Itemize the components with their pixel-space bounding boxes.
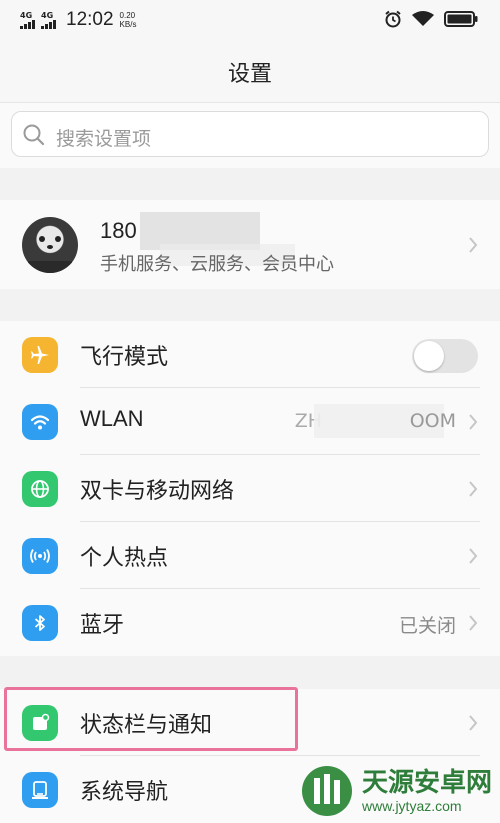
- account-name: 180: [100, 218, 137, 243]
- battery-icon: [444, 11, 478, 27]
- status-bar: 4G 4G 12:02 0.20 KB/s: [0, 0, 500, 38]
- chevron-right-icon: [469, 481, 478, 497]
- navigation-icon: [22, 772, 58, 808]
- network-speed: 0.20 KB/s: [119, 11, 137, 29]
- alarm-icon: [385, 10, 401, 28]
- search-placeholder: 搜索设置项: [56, 128, 152, 150]
- status-time: 12:02: [66, 9, 114, 30]
- settings-group-connectivity: 飞行模式 WLAN ZH OOM 双卡与移动网络 个人热点 蓝牙 已关闭: [0, 321, 500, 656]
- settings-item-dual-sim[interactable]: 双卡与移动网络: [0, 455, 500, 522]
- search-area: 搜索设置项: [0, 103, 500, 168]
- globe-icon: [22, 471, 58, 507]
- wifi-icon: [412, 11, 434, 26]
- settings-item-label: WLAN: [80, 406, 144, 431]
- highlight-box: [4, 687, 298, 751]
- chevron-right-icon: [469, 715, 478, 731]
- settings-item-label: 飞行模式: [80, 345, 169, 370]
- page-title: 设置: [227, 62, 272, 87]
- settings-item-hotspot[interactable]: 个人热点: [0, 522, 500, 589]
- settings-item-label: 双卡与移动网络: [80, 479, 235, 504]
- title-bar: 设置: [0, 38, 500, 103]
- watermark-logo-icon: [302, 765, 352, 816]
- airplane-icon: [22, 337, 58, 373]
- avatar: [22, 217, 78, 273]
- chevron-right-icon: [469, 237, 478, 253]
- watermark-title: 天源安卓网: [362, 767, 493, 798]
- watermark-url: www.jytyaz.com: [362, 797, 462, 814]
- airplane-mode-toggle[interactable]: [412, 339, 478, 373]
- signal-1-icon: 4G: [20, 11, 35, 29]
- bluetooth-status: 已关闭: [398, 615, 456, 637]
- search-icon: [23, 124, 45, 146]
- settings-item-airplane-mode[interactable]: 飞行模式: [0, 321, 500, 388]
- bluetooth-icon: [22, 605, 58, 641]
- chevron-right-icon: [469, 615, 478, 631]
- settings-item-wlan[interactable]: WLAN ZH OOM: [0, 388, 500, 455]
- search-input[interactable]: 搜索设置项: [11, 111, 489, 157]
- account-row[interactable]: 180 手机服务、云服务、会员中心: [0, 200, 500, 289]
- watermark-logo: 天源安卓网 www.jytyaz.com: [300, 758, 500, 823]
- settings-item-label: 个人热点: [80, 546, 169, 571]
- chevron-right-icon: [469, 548, 478, 564]
- settings-item-label: 系统导航: [80, 780, 169, 805]
- signal-2-icon: 4G: [41, 11, 56, 29]
- settings-item-label: 蓝牙: [80, 613, 125, 638]
- hotspot-icon: [22, 538, 58, 574]
- wlan-ssid-right: OOM: [409, 410, 456, 432]
- account-subtitle: 手机服务、云服务、会员中心: [100, 254, 334, 275]
- chevron-right-icon: [469, 414, 478, 430]
- settings-item-bluetooth[interactable]: 蓝牙 已关闭: [0, 589, 500, 656]
- wifi-icon: [22, 404, 58, 440]
